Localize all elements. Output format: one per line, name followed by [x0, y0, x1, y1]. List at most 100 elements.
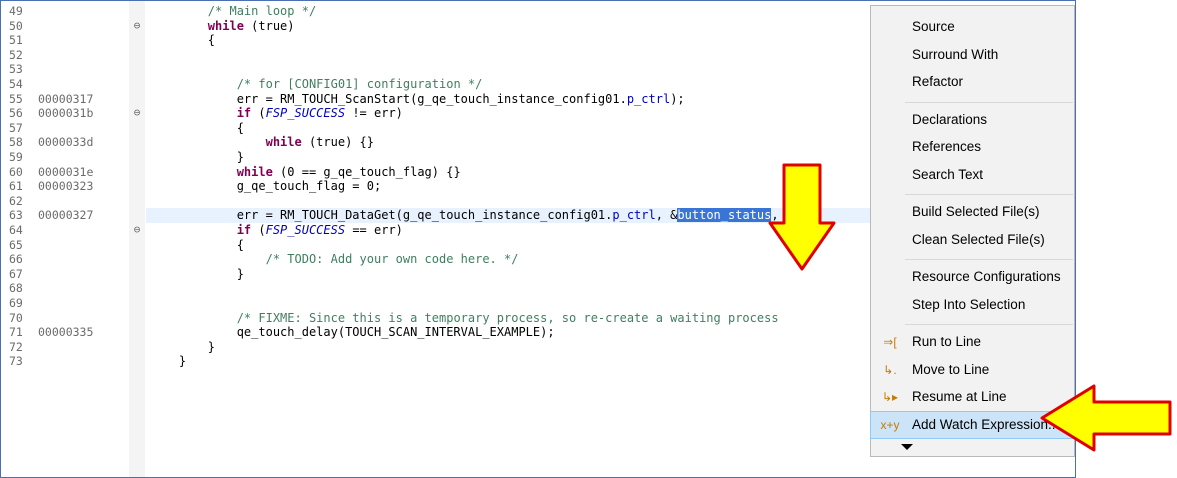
- line-number: 57: [9, 120, 23, 135]
- line-number: 66: [9, 252, 23, 267]
- code-token: err = RM_TOUCH_DataGet(g_qe_touch_instan…: [150, 208, 613, 223]
- menu-item-label: References: [912, 139, 982, 154]
- code-token: p_ctrl: [612, 208, 656, 223]
- menu-item-label: Surround With: [912, 46, 999, 62]
- line-number: 68: [9, 281, 23, 296]
- code-token: (: [251, 223, 266, 237]
- instruction-address: 00000327: [38, 208, 94, 223]
- code-token: /* TODO: Add your own code here. */: [265, 252, 519, 267]
- line-number: 62: [9, 193, 23, 208]
- code-token: if: [236, 223, 252, 237]
- fold-toggle-icon[interactable]: ⊖: [131, 19, 143, 34]
- menu-item-label: Declarations: [912, 111, 988, 127]
- code-token: (: [251, 106, 266, 121]
- instruction-address: 00000317: [38, 91, 94, 106]
- code-token: }: [150, 339, 216, 354]
- menu-separator: [905, 194, 1073, 195]
- left-arrow-annotation: [1040, 384, 1172, 452]
- menu-item-surround-with[interactable]: Surround With: [871, 42, 1074, 68]
- menu-item-declarations[interactable]: Declarations: [871, 107, 1074, 133]
- menu-item-resource-configurations[interactable]: Resource Configurations: [871, 264, 1074, 290]
- menu-item-label: Add Watch Expression...: [912, 416, 1060, 432]
- move-to-line-icon: ↳.: [883, 362, 897, 377]
- menu-item-run-to-line[interactable]: ⇒[ Run to Line: [871, 329, 1074, 355]
- code-token: }: [150, 150, 244, 164]
- code-token: }: [150, 266, 244, 281]
- menu-item-label: Resource Configurations: [912, 269, 1061, 284]
- line-number: 53: [9, 62, 23, 77]
- code-token: );: [670, 91, 685, 106]
- menu-item-move-to-line[interactable]: ↳. Move to Line: [871, 357, 1074, 383]
- code-token: /* Main loop */: [207, 4, 317, 18]
- code-token: (0 == g_qe_touch_flag) {}: [272, 164, 461, 179]
- menu-item-label: Search Text: [912, 166, 984, 182]
- code-token: == err): [345, 223, 403, 237]
- menu-item-refactor[interactable]: Refactor: [871, 69, 1074, 95]
- code-token: {: [150, 237, 244, 252]
- selected-text: button_status: [677, 208, 772, 223]
- menu-item-label: Build Selected File(s): [912, 204, 1040, 219]
- line-number: 73: [9, 354, 23, 369]
- code-token: FSP_SUCCESS: [265, 223, 346, 237]
- code-token: {: [150, 33, 216, 48]
- line-number: 49: [9, 4, 23, 18]
- code-token: qe_touch_delay(TOUCH_SCAN_INTERVAL_EXAMP…: [150, 325, 555, 340]
- menu-item-label: Resume at Line: [912, 389, 1007, 404]
- instruction-address: 0000033d: [38, 135, 94, 150]
- menu-item-search-text[interactable]: Search Text: [871, 162, 1074, 188]
- down-arrow-annotation: [768, 163, 836, 271]
- menu-item-source[interactable]: Source: [871, 14, 1074, 40]
- line-number: 51: [9, 33, 23, 48]
- menu-item-clean-selected-file-s[interactable]: Clean Selected File(s): [871, 227, 1074, 253]
- code-token: if: [236, 106, 252, 121]
- line-number: 54: [9, 77, 23, 91]
- code-token: /* for [CONFIG01] configuration */: [236, 77, 483, 91]
- menu-item-step-into-selection[interactable]: Step Into Selection: [871, 292, 1074, 318]
- resume-at-line-icon: ↳▸: [881, 390, 899, 404]
- instruction-address: 0000031e: [38, 164, 94, 179]
- fold-toggle-icon[interactable]: ⊖: [131, 223, 143, 238]
- code-token: (true): [243, 18, 295, 33]
- menu-item-label: Step Into Selection: [912, 296, 1026, 312]
- line-number: 50: [9, 18, 23, 33]
- line-number: 72: [9, 339, 23, 354]
- line-number: 52: [9, 47, 23, 62]
- code-token: err = RM_TOUCH_ScanStart(g_qe_touch_inst…: [150, 91, 627, 106]
- line-number: 65: [9, 237, 23, 252]
- code-token: (true) {}: [301, 135, 374, 150]
- line-number: 64: [9, 223, 23, 237]
- code-token: FSP_SUCCESS: [265, 106, 346, 121]
- instruction-address: 00000335: [38, 325, 94, 340]
- menu-item-label: Source: [912, 19, 955, 34]
- code-token: != err): [345, 106, 403, 121]
- menu-item-label: Run to Line: [912, 334, 982, 349]
- line-number: 67: [9, 266, 23, 281]
- line-number: 59: [9, 150, 23, 164]
- run-to-line-icon: ⇒[: [883, 335, 897, 349]
- instruction-address: 00000323: [38, 179, 94, 194]
- menu-separator: [905, 324, 1073, 325]
- fold-toggle-icon[interactable]: ⊖: [131, 106, 143, 121]
- code-token: while: [265, 135, 302, 150]
- code-token: , &: [655, 208, 678, 223]
- code-token: p_ctrl: [626, 91, 671, 106]
- menu-item-build-selected-file-s[interactable]: Build Selected File(s): [871, 199, 1074, 225]
- menu-item-references[interactable]: References: [871, 134, 1074, 160]
- code-token: /* FIXME: Since this is a temporary proc…: [236, 310, 779, 325]
- menu-item-label: Move to Line: [912, 361, 990, 377]
- code-token: while: [236, 164, 273, 179]
- menu-separator: [905, 259, 1073, 260]
- code-token: while: [207, 18, 244, 33]
- menu-separator: [905, 101, 1073, 103]
- menu-item-label: Refactor: [912, 74, 964, 89]
- code-token: g_qe_touch_flag = 0;: [150, 179, 382, 194]
